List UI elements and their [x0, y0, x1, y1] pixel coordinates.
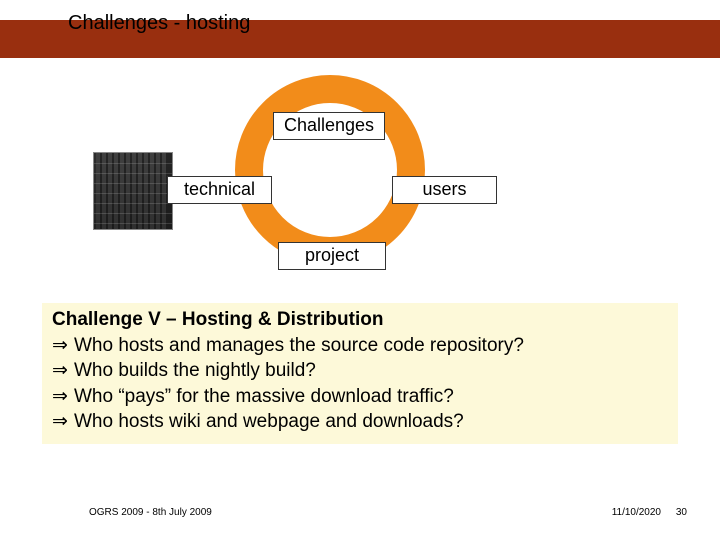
ring-label-left: technical [167, 176, 272, 204]
bullet-text: Who hosts wiki and webpage and downloads… [74, 411, 464, 432]
bullet-line: ⇒Who hosts and manages the source code r… [52, 333, 668, 358]
bullet-line: ⇒Who “pays” for the massive download tra… [52, 384, 668, 409]
content-box: Challenge V – Hosting & Distribution ⇒Wh… [42, 303, 678, 444]
bullet-text: Who “pays” for the massive download traf… [74, 386, 454, 407]
footer-date: 11/10/2020 [612, 507, 661, 518]
footer-left: OGRS 2009 - 8th July 2009 [89, 507, 212, 518]
ring-label-right: users [392, 176, 497, 204]
ring-graphic [235, 75, 425, 265]
slide: Challenges - hosting Challenges technica… [0, 0, 720, 540]
bullet-line: ⇒Who builds the nightly build? [52, 358, 668, 383]
ring-label-bottom: project [278, 242, 386, 270]
content-heading: Challenge V – Hosting & Distribution [52, 309, 668, 331]
arrow-icon: ⇒ [52, 358, 74, 383]
ring-label-top: Challenges [273, 112, 385, 140]
arrow-icon: ⇒ [52, 384, 74, 409]
bullet-text: Who builds the nightly build? [74, 360, 316, 381]
arrow-icon: ⇒ [52, 409, 74, 434]
slide-title: Challenges - hosting [68, 12, 250, 35]
arrow-icon: ⇒ [52, 333, 74, 358]
bullet-text: Who hosts and manages the source code re… [74, 335, 524, 356]
server-rack-image [93, 152, 173, 230]
bullet-line: ⇒Who hosts wiki and webpage and download… [52, 409, 668, 434]
footer-page: 30 [676, 507, 687, 518]
